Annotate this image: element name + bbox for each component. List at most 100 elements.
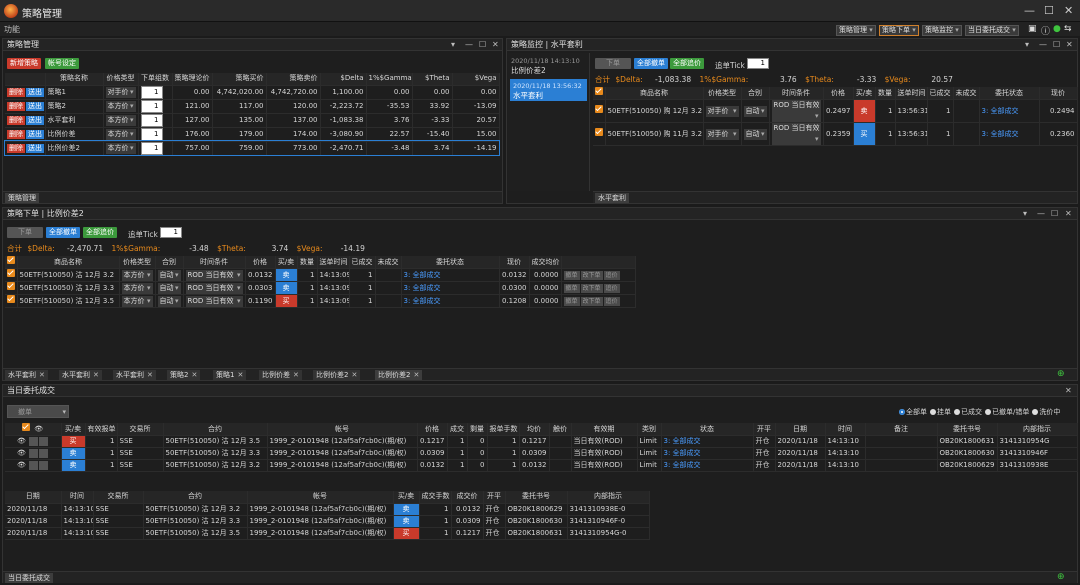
monitor-chase-all-button[interactable]: 全部追价	[670, 58, 704, 69]
price-type-select[interactable]: 本方价	[103, 127, 139, 142]
ptype-select[interactable]: 本方价	[119, 281, 156, 295]
close-panel-icon[interactable]: ✕	[492, 39, 499, 51]
modify-order-button[interactable]: 改下单	[580, 283, 603, 293]
minimize-panel-icon[interactable]: —	[1039, 39, 1047, 51]
send-button[interactable]: 送出	[26, 87, 44, 97]
tab-close-icon[interactable]: ✕	[147, 371, 153, 379]
chase-order-button[interactable]: 追价	[603, 296, 620, 306]
today-order-row[interactable]: 👁 卖 1 SSE 50ETF(510050) 沽 12月 3.3 1999_2-0101…	[5, 447, 1078, 460]
minimize-panel-icon[interactable]: —	[1037, 208, 1045, 220]
qty-stepper[interactable]: 1	[138, 127, 173, 142]
qty-value[interactable]: 1	[140, 113, 163, 126]
tc-select[interactable]: ROD 当日有效	[183, 281, 246, 295]
fill-row[interactable]: 2020/11/18 14:13:10 SSE 50ETF(510050) 沽 12月…	[5, 515, 650, 528]
order-tab[interactable]: 比例价差2 ✕	[375, 370, 423, 380]
fill-row[interactable]: 2020/11/18 14:13:10 SSE 50ETF(510050) 沽 12月…	[5, 527, 650, 540]
filter-radio[interactable]	[954, 409, 960, 415]
select-all-checkbox[interactable]	[5, 256, 18, 269]
ptype-select[interactable]: 对手价	[703, 122, 742, 146]
modify-order-button[interactable]: 改下单	[580, 270, 603, 280]
filter-radio[interactable]	[930, 409, 936, 415]
tab-close-icon[interactable]: ✕	[93, 371, 99, 379]
pin-icon[interactable]: ▾	[1025, 39, 1029, 51]
delete-button[interactable]: 删除	[7, 129, 25, 139]
strategy-row[interactable]: 删除送出比例价差2本方价 1 757.00759.00773.00-2,470.71…	[4, 140, 500, 156]
combo-select[interactable]: 自动	[741, 99, 770, 123]
eye-icon[interactable]: 👁	[34, 425, 43, 433]
monitor-tick-stepper[interactable]: 1	[747, 58, 769, 69]
price-type-select[interactable]: 本方价	[103, 113, 139, 128]
account-settings-button[interactable]: 帐号设定	[45, 58, 79, 69]
save-icon[interactable]: ▣	[1028, 24, 1037, 34]
toolbar-strategy-monitor[interactable]: 策略监控	[922, 25, 962, 36]
toolbar-strategy-order[interactable]: 策略下单	[879, 25, 919, 36]
filter-radio[interactable]	[1032, 409, 1039, 415]
row-checkbox[interactable]	[593, 122, 606, 146]
tc-select[interactable]: ROD 当日有效	[769, 99, 824, 123]
price-type-select[interactable]: 对手价	[103, 85, 139, 100]
monitor-order-button[interactable]: 下单	[595, 58, 631, 69]
chase-order-button[interactable]: 追价	[603, 283, 620, 293]
monitor-row[interactable]: 50ETF(510050) 购 11月 3.2对手价自动ROD 当日有效0.23…	[593, 122, 1078, 146]
qty-value[interactable]: 1	[140, 127, 163, 140]
order-row[interactable]: 50ETF(510050) 沽 12月 3.5本方价自动 ROD 当日有效0.11…	[5, 294, 636, 308]
row-checkbox[interactable]	[5, 281, 18, 295]
delete-button[interactable]: 删除	[7, 87, 25, 97]
monitor-list-item[interactable]: 2020/11/18 14:13:10 比例价差2	[508, 53, 589, 75]
add-tab-icon[interactable]: ⊕	[1057, 572, 1065, 582]
tab-close-icon[interactable]: ✕	[351, 371, 357, 379]
minimize-panel-icon[interactable]: —	[465, 39, 473, 51]
eye-icon[interactable]: 👁	[17, 461, 26, 469]
delete-button[interactable]: 删除	[7, 143, 25, 153]
ptype-select[interactable]: 对手价	[703, 99, 742, 123]
send-button[interactable]: 送出	[26, 101, 44, 111]
qty-stepper[interactable]: 1	[138, 99, 173, 114]
today-order-row[interactable]: 👁 卖 1 SSE 50ETF(510050) 沽 12月 3.2 1999_2-0101…	[5, 459, 1078, 472]
eye-icon[interactable]: 👁	[17, 437, 26, 445]
info-icon[interactable]: ⓘ	[1041, 24, 1050, 37]
qty-value[interactable]: 1	[140, 141, 163, 154]
order-cancel-all-button[interactable]: 全部撤单	[46, 227, 80, 238]
cancel-order-button[interactable]: 撤单	[563, 296, 580, 306]
tab-today-orders[interactable]: 当日委托成交	[5, 573, 53, 583]
qty-value[interactable]: 1	[140, 85, 163, 98]
order-row[interactable]: 50ETF(510050) 沽 12月 3.3本方价自动ROD 当日有效0.03…	[5, 281, 636, 295]
copy-icon[interactable]	[38, 460, 48, 470]
tc-select[interactable]: ROD 当日有效	[183, 268, 246, 282]
close-panel-icon[interactable]: ✕	[1065, 385, 1072, 397]
select-all-checkbox[interactable]	[22, 423, 31, 431]
copy-icon[interactable]	[38, 448, 48, 458]
close-panel-icon[interactable]: ✕	[1065, 208, 1072, 220]
edit-icon[interactable]	[28, 436, 38, 446]
order-tab[interactable]: 策略1 ✕	[213, 370, 247, 380]
fill-row[interactable]: 2020/11/18 14:13:10 SSE 50ETF(510050) 沽 12月…	[5, 503, 650, 516]
order-tab[interactable]: 水平套利 ✕	[113, 370, 156, 380]
order-tab[interactable]: 水平套利 ✕	[5, 370, 48, 380]
tab-close-icon[interactable]: ✕	[413, 371, 419, 379]
eye-icon[interactable]: 👁	[17, 449, 26, 457]
order-tab[interactable]: 比例价差 ✕	[259, 370, 302, 380]
price-type-select[interactable]: 本方价	[103, 99, 139, 114]
send-button[interactable]: 送出	[26, 143, 44, 153]
tab-close-icon[interactable]: ✕	[39, 371, 45, 379]
combo-select[interactable]: 自动	[155, 281, 184, 295]
order-tick-stepper[interactable]: 1	[160, 227, 182, 238]
chase-order-button[interactable]: 追价	[603, 270, 620, 280]
restore-panel-icon[interactable]: ☐	[1053, 39, 1060, 51]
maximize-icon[interactable]: ☐	[1044, 4, 1054, 17]
tc-select[interactable]: ROD 当日有效	[183, 294, 246, 308]
select-all-checkbox[interactable]	[593, 87, 606, 100]
toolbar-today-orders[interactable]: 当日委托成交	[965, 25, 1019, 36]
filter-radio[interactable]	[899, 409, 905, 415]
edit-icon[interactable]	[28, 460, 38, 470]
price-type-select[interactable]: 本方价	[103, 141, 139, 156]
order-row[interactable]: 50ETF(510050) 沽 12月 3.2本方价自动ROD 当日有效0.01…	[5, 268, 636, 282]
delete-button[interactable]: 删除	[7, 115, 25, 125]
order-submit-button[interactable]: 下单	[7, 227, 43, 238]
today-cancel-button[interactable]: 撤单 ▾	[7, 405, 69, 418]
toolbar-strategy-mgmt[interactable]: 策略管理	[836, 25, 876, 36]
ptype-select[interactable]: 本方价	[119, 294, 156, 308]
order-tab[interactable]: 比例价差2 ✕	[313, 370, 361, 380]
strategy-row[interactable]: 删除送出策略1对手价10.004,742,020.004,742,720.001…	[5, 85, 500, 100]
copy-icon[interactable]	[38, 436, 48, 446]
